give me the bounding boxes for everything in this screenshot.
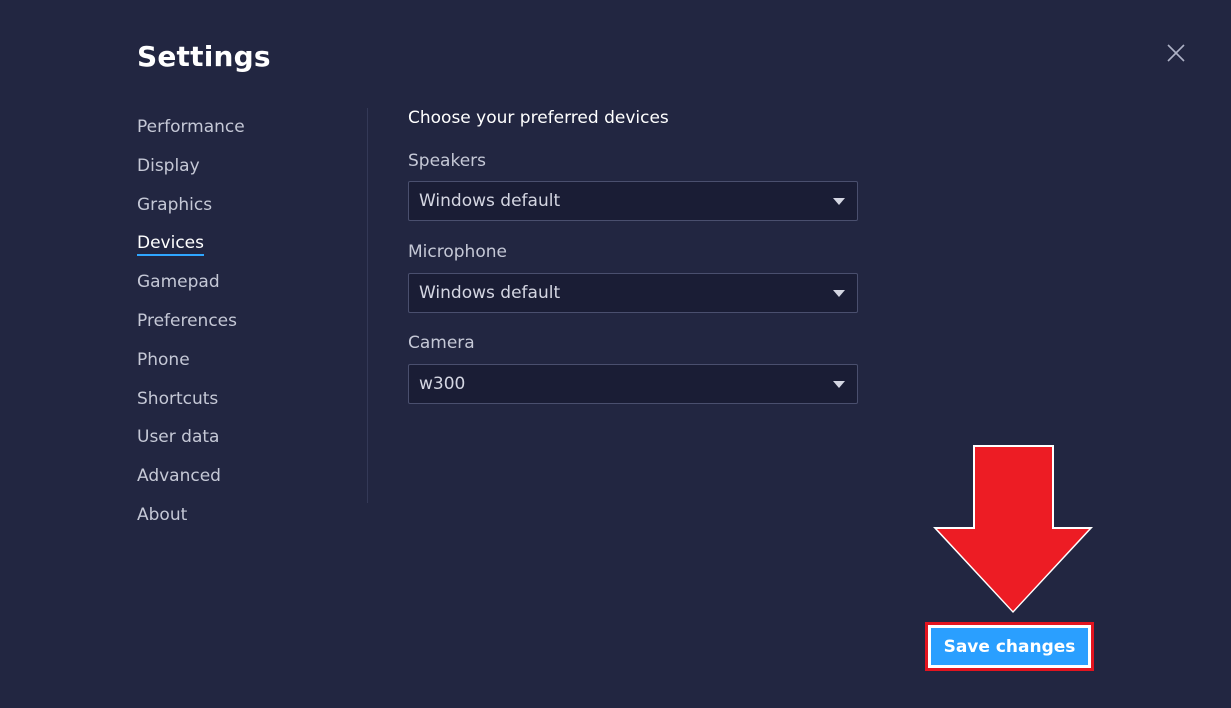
camera-select[interactable]: w300 — [408, 364, 858, 404]
sidebar-item-display[interactable]: Display — [137, 147, 337, 186]
chevron-down-icon — [833, 198, 845, 205]
microphone-select[interactable]: Windows default — [408, 273, 858, 313]
speakers-value: Windows default — [419, 191, 561, 211]
sidebar-item-graphics[interactable]: Graphics — [137, 186, 337, 225]
section-title: Choose your preferred devices — [408, 108, 669, 128]
close-icon — [1167, 44, 1185, 62]
sidebar-item-performance[interactable]: Performance — [137, 108, 337, 147]
sidebar-item-gamepad[interactable]: Gamepad — [137, 263, 337, 302]
settings-sidebar: Performance Display Graphics Devices Gam… — [137, 108, 337, 535]
sidebar-item-label: Performance — [137, 117, 245, 137]
microphone-label: Microphone — [408, 242, 507, 262]
sidebar-item-phone[interactable]: Phone — [137, 341, 337, 380]
speakers-select[interactable]: Windows default — [408, 181, 858, 221]
sidebar-item-label: Display — [137, 155, 200, 176]
sidebar-item-label: Phone — [137, 349, 190, 370]
sidebar-item-shortcuts[interactable]: Shortcuts — [137, 380, 337, 419]
camera-value: w300 — [419, 374, 466, 394]
sidebar-item-preferences[interactable]: Preferences — [137, 302, 337, 341]
chevron-down-icon — [833, 290, 845, 297]
close-button[interactable] — [1163, 40, 1189, 66]
sidebar-item-label: Advanced — [137, 466, 221, 487]
sidebar-item-label: User data — [137, 427, 220, 448]
sidebar-item-label: Devices — [137, 233, 204, 257]
sidebar-item-label: About — [137, 504, 188, 525]
sidebar-item-user-data[interactable]: User data — [137, 418, 337, 457]
microphone-value: Windows default — [419, 283, 561, 303]
sidebar-item-about[interactable]: About — [137, 496, 337, 535]
page-title: Settings — [137, 40, 271, 73]
sidebar-item-label: Preferences — [137, 310, 237, 331]
sidebar-item-devices[interactable]: Devices — [137, 224, 337, 263]
sidebar-item-label: Shortcuts — [137, 388, 219, 409]
save-button[interactable]: Save changes — [931, 628, 1088, 665]
settings-window: Settings Performance Display Graphics De… — [0, 0, 1231, 708]
sidebar-item-label: Gamepad — [137, 272, 220, 293]
down-arrow-icon — [933, 445, 1093, 613]
sidebar-item-advanced[interactable]: Advanced — [137, 457, 337, 496]
save-button-highlight: Save changes — [925, 622, 1094, 671]
sidebar-divider — [367, 108, 368, 503]
chevron-down-icon — [833, 381, 845, 388]
sidebar-item-label: Graphics — [137, 194, 213, 215]
speakers-label: Speakers — [408, 151, 487, 171]
camera-label: Camera — [408, 333, 475, 353]
